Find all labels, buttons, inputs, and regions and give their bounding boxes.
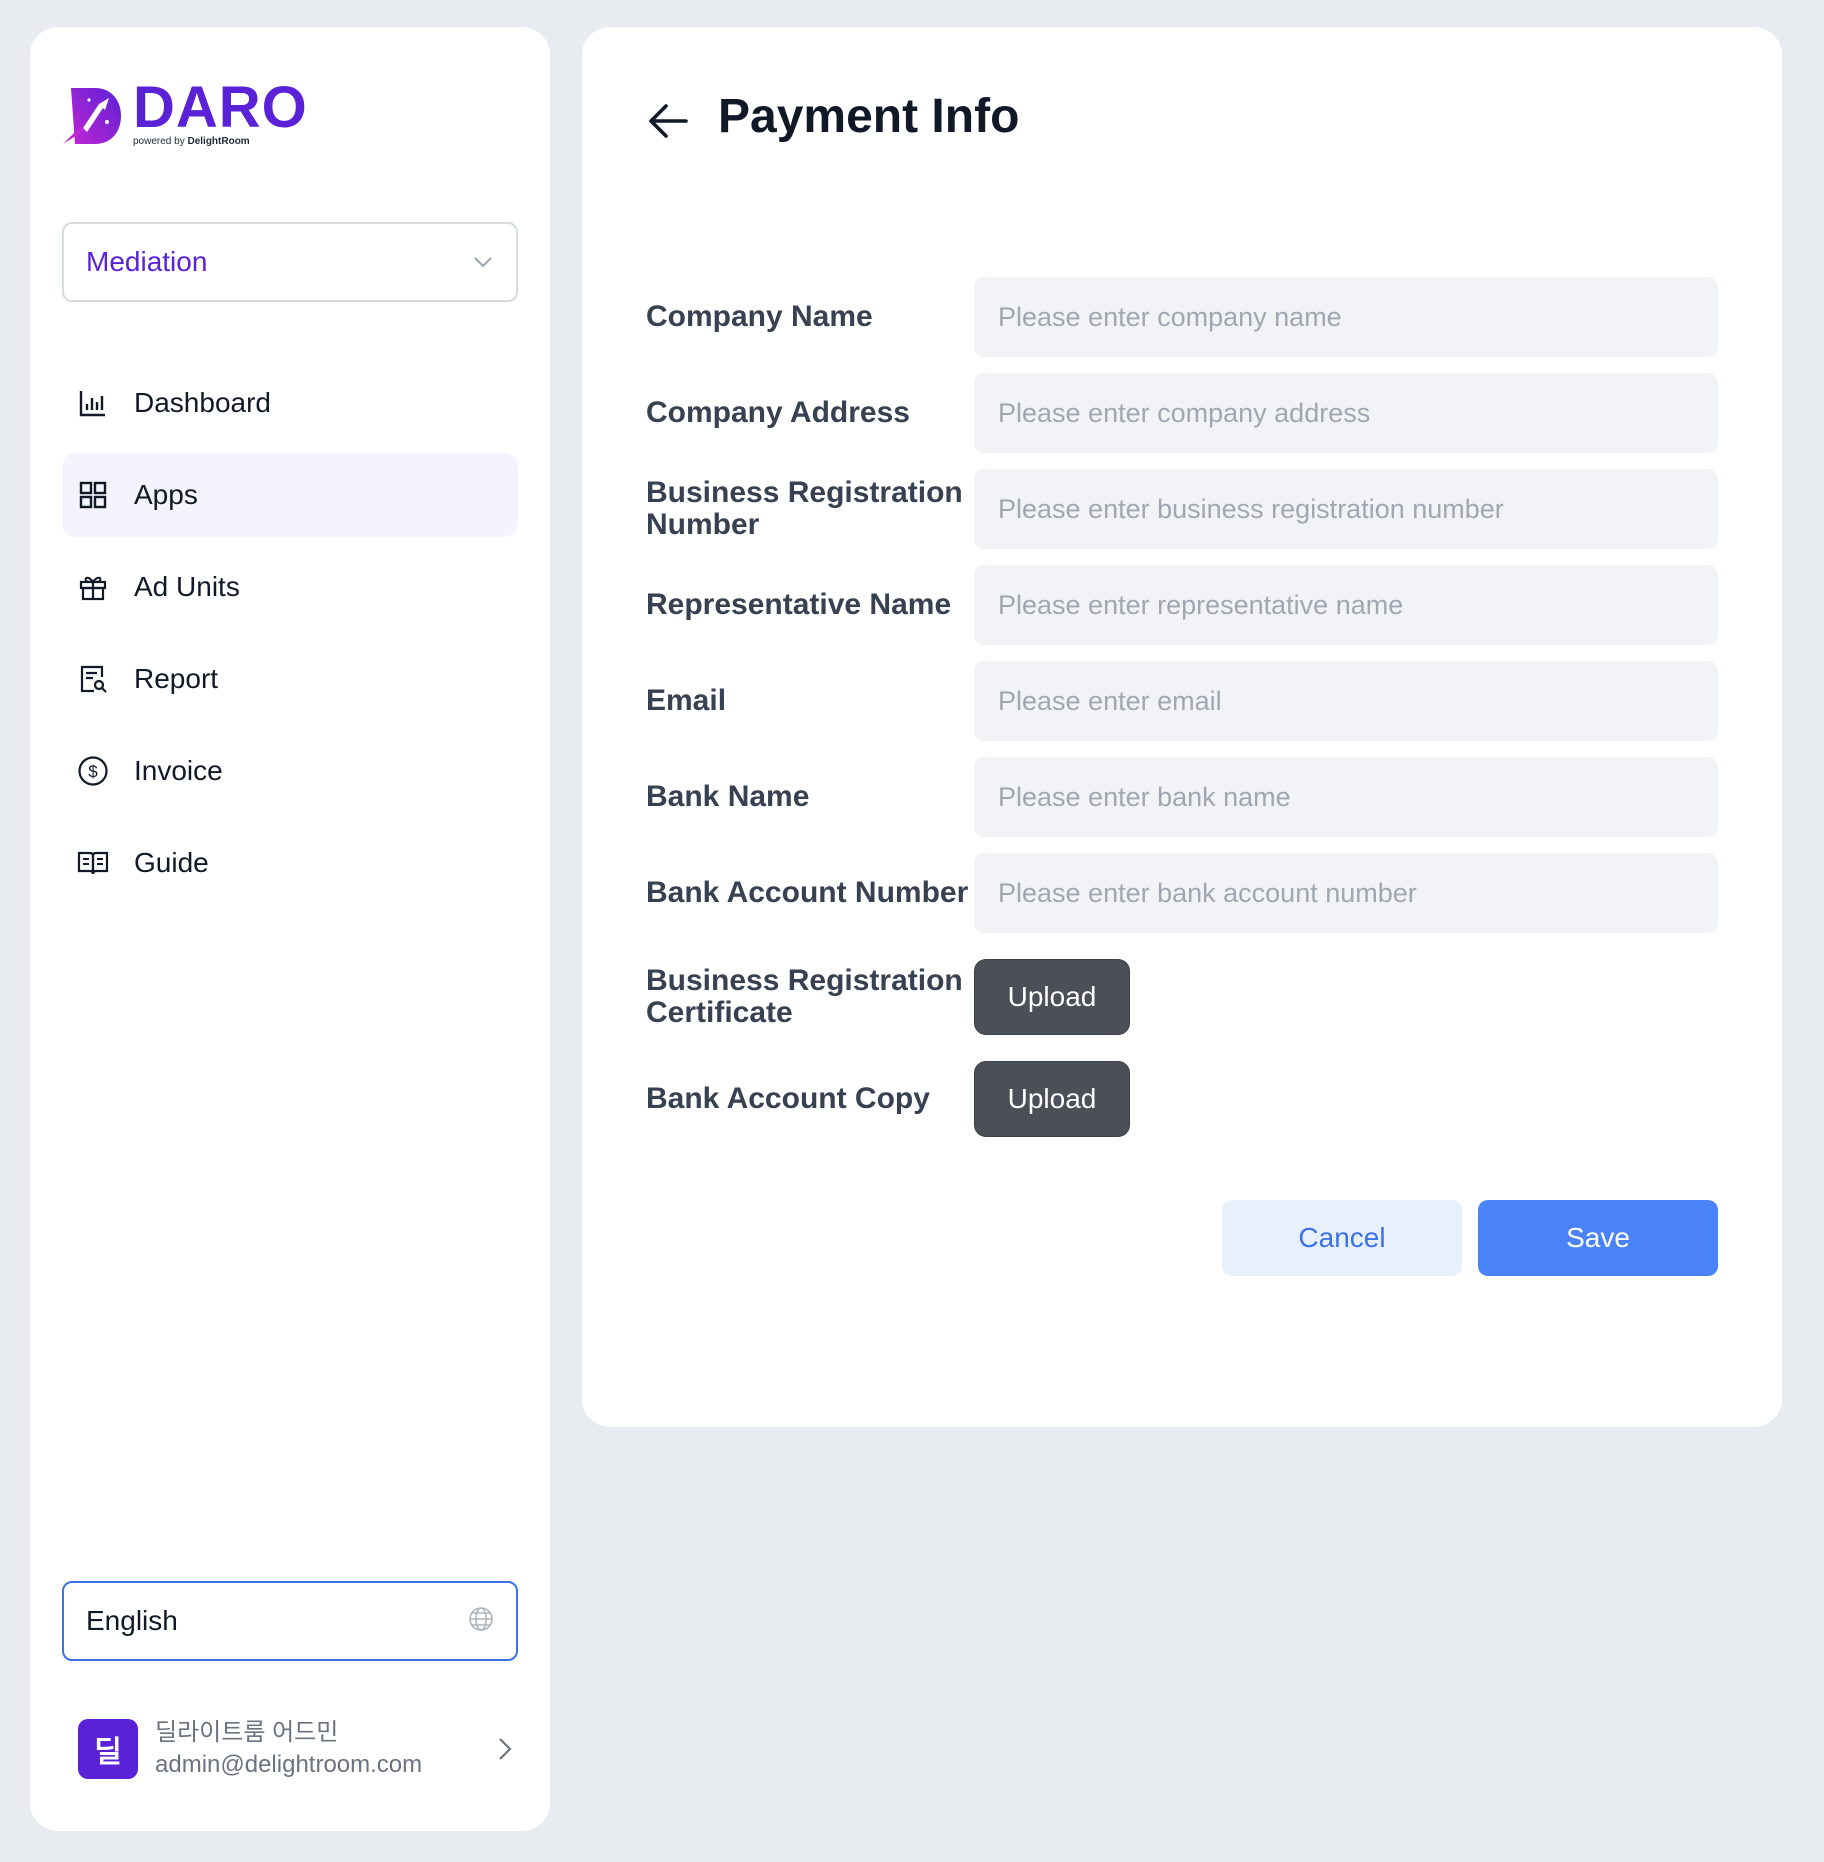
- field-label: Company Name: [646, 300, 873, 333]
- company-name-input[interactable]: [974, 277, 1718, 357]
- sidebar-item-report[interactable]: Report: [62, 637, 518, 721]
- mediation-select-value: Mediation: [86, 246, 208, 277]
- sidebar-item-label: Invoice: [134, 755, 223, 786]
- globe-icon: [468, 1606, 494, 1637]
- field-company-address: Company Address: [646, 373, 1718, 453]
- field-representative-name: Representative Name: [646, 565, 1718, 645]
- field-label: Bank Account Copy: [646, 1082, 930, 1115]
- field-bank-account-copy: Bank Account Copy Upload: [646, 1061, 1718, 1137]
- sidebar-nav: Dashboard Apps Ad Units Report $ Invoice: [62, 361, 518, 913]
- brand-logo[interactable]: DARO powered by DelightRoom: [61, 75, 308, 152]
- sidebar-item-invoice[interactable]: $ Invoice: [62, 729, 518, 813]
- field-label: Representative Name: [646, 588, 952, 621]
- representative-name-input[interactable]: [974, 565, 1718, 645]
- save-button[interactable]: Save: [1478, 1200, 1718, 1276]
- user-name: 딜라이트룸 어드민: [155, 1719, 339, 1746]
- avatar: 딜: [78, 1719, 138, 1779]
- grid-icon: [76, 478, 110, 512]
- language-select[interactable]: English: [62, 1581, 518, 1661]
- mediation-select[interactable]: Mediation: [62, 222, 518, 302]
- company-address-input[interactable]: [974, 373, 1718, 453]
- user-email: admin@delightroom.com: [155, 1751, 423, 1778]
- brand-name: DARO: [133, 75, 308, 140]
- field-label: Business Registration Number: [646, 476, 963, 541]
- business-registration-number-input[interactable]: [974, 469, 1718, 549]
- report-search-icon: [76, 662, 110, 696]
- gift-icon: [76, 570, 110, 604]
- language-select-value: English: [86, 1605, 178, 1636]
- sidebar-item-dashboard[interactable]: Dashboard: [62, 361, 518, 445]
- email-input[interactable]: [974, 661, 1718, 741]
- user-profile[interactable]: 딜 딜라이트룸 어드민 admin@delightroom.com: [78, 1707, 518, 1791]
- field-label: Company Address: [646, 396, 910, 429]
- field-business-registration-certificate: Business Registration Certificate Upload: [646, 947, 1718, 1047]
- field-label: Bank Name: [646, 780, 810, 813]
- sidebar: DARO powered by DelightRoom Mediation Da…: [30, 27, 550, 1831]
- field-label: Email: [646, 684, 727, 717]
- sidebar-item-label: Dashboard: [134, 387, 271, 418]
- sidebar-item-ad-units[interactable]: Ad Units: [62, 545, 518, 629]
- field-label: Bank Account Number: [646, 876, 969, 909]
- sidebar-item-label: Ad Units: [134, 571, 240, 602]
- svg-text:$: $: [88, 762, 98, 781]
- chevron-down-icon: [472, 251, 494, 273]
- field-company-name: Company Name: [646, 277, 1718, 357]
- sidebar-item-label: Apps: [134, 479, 198, 510]
- sidebar-item-apps[interactable]: Apps: [62, 453, 518, 537]
- field-bank-account-number: Bank Account Number: [646, 853, 1718, 933]
- field-label: Business Registration Certificate: [646, 964, 963, 1029]
- sidebar-item-label: Guide: [134, 847, 209, 878]
- bar-chart-icon: [76, 386, 110, 420]
- bank-account-number-input[interactable]: [974, 853, 1718, 933]
- field-email: Email: [646, 661, 1718, 741]
- page-title: Payment Info: [718, 90, 1020, 143]
- upload-button[interactable]: Upload: [974, 1061, 1130, 1137]
- cancel-button[interactable]: Cancel: [1222, 1200, 1462, 1276]
- field-business-registration-number: Business Registration Number: [646, 469, 1718, 549]
- upload-button[interactable]: Upload: [974, 959, 1130, 1035]
- field-bank-name: Bank Name: [646, 757, 1718, 837]
- dollar-circle-icon: $: [76, 754, 110, 788]
- brand-powered-by: powered by DelightRoom: [133, 136, 250, 147]
- sidebar-item-label: Report: [134, 663, 219, 694]
- bank-name-input[interactable]: [974, 757, 1718, 837]
- rocket-logo-icon: [61, 82, 123, 148]
- book-icon: [76, 846, 110, 880]
- sidebar-item-guide[interactable]: Guide: [62, 821, 518, 905]
- back-arrow-icon[interactable]: [646, 99, 690, 143]
- chevron-right-icon: [492, 1736, 518, 1762]
- payment-info-panel: Payment Info Company Name Company Addres…: [582, 27, 1782, 1427]
